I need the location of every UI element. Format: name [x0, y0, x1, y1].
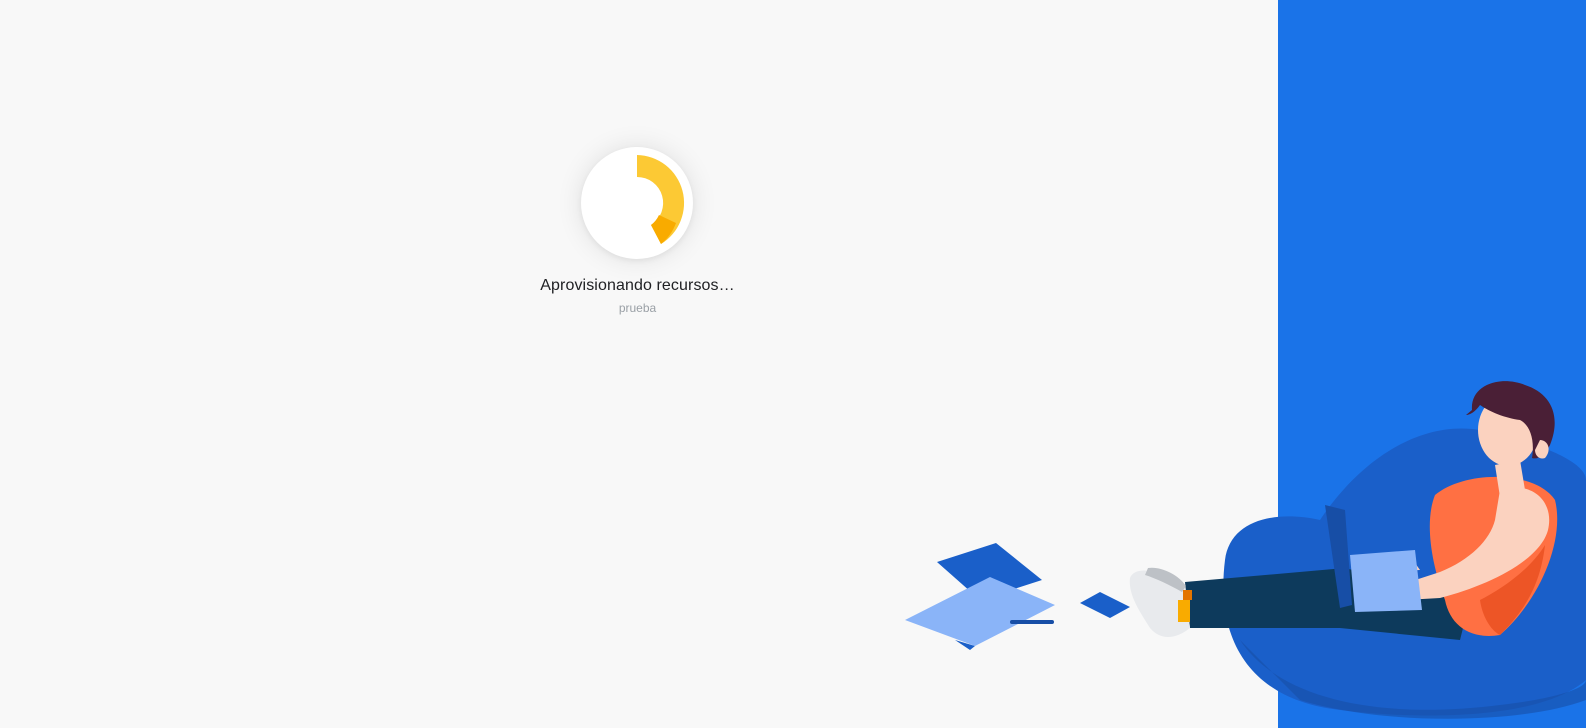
shoe-shape: [1129, 570, 1190, 637]
folder-dark-shape: [937, 543, 1042, 600]
provisioning-page: Aprovisionando recursos… prueba: [0, 0, 1586, 728]
phone-shape: [1080, 592, 1130, 618]
status-subtitle: prueba: [618, 301, 657, 315]
status-title: Aprovisionando recursos…: [540, 277, 735, 294]
brand-side-panel: [1278, 0, 1586, 728]
folder-light-shape: [905, 577, 1055, 646]
spinner-icon: [581, 147, 693, 259]
pen-shape: [1010, 620, 1054, 624]
loader: [581, 147, 693, 259]
